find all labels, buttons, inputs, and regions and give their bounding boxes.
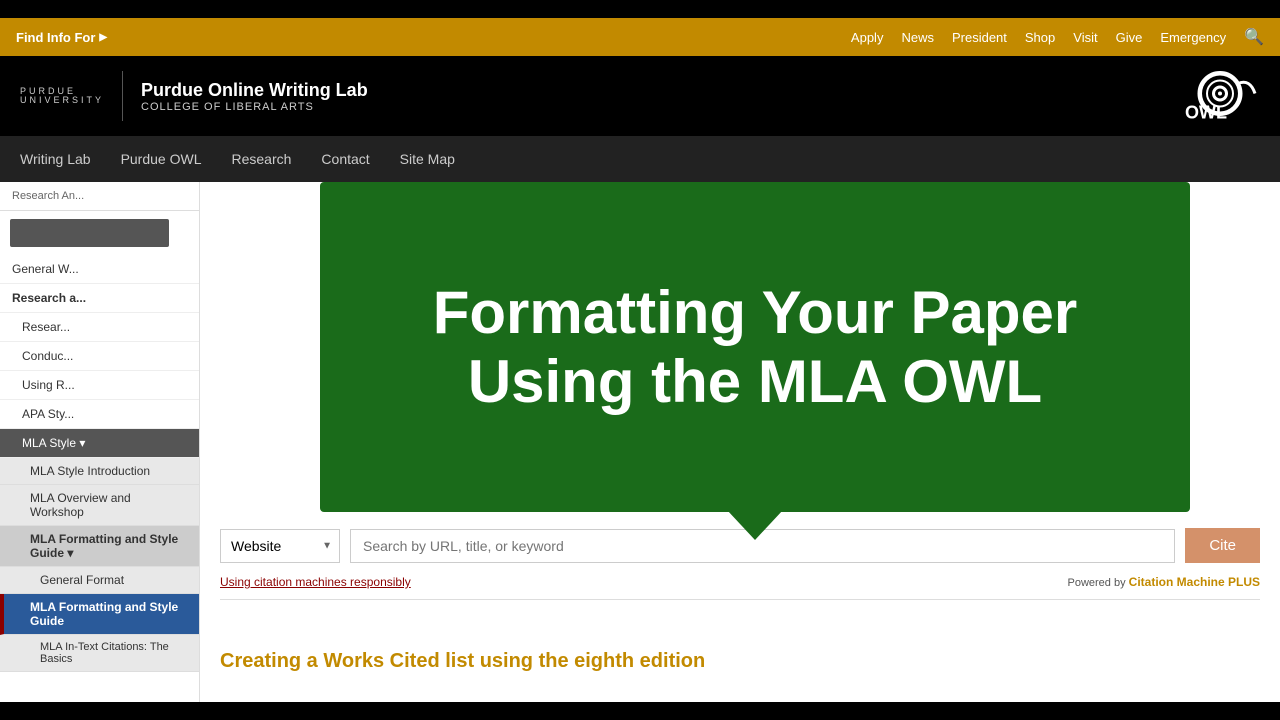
shop-link[interactable]: Shop: [1025, 30, 1055, 45]
sidebar-item-research[interactable]: Research a...: [0, 284, 199, 313]
purdue-logo: PURDUE UNIVERSITY: [20, 87, 104, 105]
sidebar-mla-intext[interactable]: MLA In-Text Citations: The Basics: [0, 635, 199, 672]
sidebar-mla-intro[interactable]: MLA Style Introduction: [0, 458, 199, 485]
breadcrumb: Research An...: [0, 182, 199, 211]
sidebar-general-format[interactable]: General Format: [0, 567, 199, 594]
overlay-title: Formatting Your Paper Using the MLA OWL: [393, 258, 1118, 436]
top-nav-links: Apply News President Shop Visit Give Eme…: [851, 27, 1264, 47]
nav-contact[interactable]: Contact: [321, 151, 369, 167]
sidebar-item-using-r[interactable]: Using R...: [0, 371, 199, 400]
sidebar-mla-overview[interactable]: MLA Overview and Workshop: [0, 485, 199, 526]
university-subtext: UNIVERSITY: [20, 96, 104, 105]
main-content: Formatting Your Paper Using the MLA OWL …: [200, 182, 1280, 702]
owl-subtitle: COLLEGE OF LIBERAL ARTS: [141, 101, 368, 113]
sidebar-item-resear[interactable]: Resear...: [0, 313, 199, 342]
find-info-arrow: ▶: [99, 32, 107, 43]
top-black-bar: [0, 0, 1280, 18]
sidebar-item-apa[interactable]: APA Sty...: [0, 400, 199, 429]
cite-button[interactable]: Cite: [1185, 528, 1260, 563]
emergency-link[interactable]: Emergency: [1160, 30, 1226, 45]
owl-title: Purdue Online Writing Lab: [141, 80, 368, 101]
sidebar-search-box[interactable]: [10, 219, 169, 247]
sidebar-item-general-writing[interactable]: General W...: [0, 255, 199, 284]
visit-link[interactable]: Visit: [1073, 30, 1097, 45]
site-header: PURDUE UNIVERSITY Purdue Online Writing …: [0, 56, 1280, 136]
bottom-black-bar: [0, 702, 1280, 720]
sidebar-mla-dropdown: MLA Style Introduction MLA Overview and …: [0, 458, 199, 672]
cite-type-selector[interactable]: Website Book Journal: [220, 529, 340, 563]
works-cited-heading: Creating a Works Cited list using the ei…: [220, 650, 1260, 673]
branding: PURDUE UNIVERSITY Purdue Online Writing …: [20, 71, 368, 121]
sidebar-mla-formatting-dropdown[interactable]: MLA Formatting and Style Guide ▾: [0, 526, 199, 567]
search-icon[interactable]: 🔍: [1244, 27, 1264, 47]
give-link[interactable]: Give: [1116, 30, 1143, 45]
content-divider: [220, 599, 1260, 600]
citation-service: Citation Machine PLUS: [1129, 575, 1260, 589]
find-info-label: Find Info For: [16, 30, 95, 45]
nav-purdue-owl[interactable]: Purdue OWL: [121, 151, 202, 167]
sidebar-item-mla-style[interactable]: MLA Style ▾: [0, 429, 199, 458]
apply-link[interactable]: Apply: [851, 30, 884, 45]
cite-type-select[interactable]: Website Book Journal: [220, 529, 340, 563]
citation-note[interactable]: Using citation machines responsibly: [220, 575, 411, 589]
owl-branding: Purdue Online Writing Lab COLLEGE OF LIB…: [141, 80, 368, 113]
citation-footer: Using citation machines responsibly Powe…: [220, 575, 1260, 589]
top-navigation: Find Info For ▶ Apply News President Sho…: [0, 18, 1280, 56]
svg-text:OWL: OWL: [1185, 103, 1227, 123]
nav-research[interactable]: Research: [232, 151, 292, 167]
sidebar-mla-formatting-guide-active[interactable]: MLA Formatting and Style Guide: [0, 594, 199, 635]
president-link[interactable]: President: [952, 30, 1007, 45]
green-overlay-popup: Formatting Your Paper Using the MLA OWL: [320, 182, 1190, 512]
news-link[interactable]: News: [901, 30, 934, 45]
content-area: Research An... General W... Research a..…: [0, 182, 1280, 702]
header-divider: [122, 71, 123, 121]
nav-site-map[interactable]: Site Map: [400, 151, 455, 167]
find-info-section[interactable]: Find Info For ▶: [16, 30, 107, 45]
nav-writing-lab[interactable]: Writing Lab: [20, 151, 91, 167]
main-navigation: Writing Lab Purdue OWL Research Contact …: [0, 136, 1280, 182]
owl-logo: OWL: [1180, 64, 1260, 129]
powered-by: Powered by Citation Machine PLUS: [1068, 575, 1261, 589]
sidebar: Research An... General W... Research a..…: [0, 182, 200, 702]
sidebar-item-conduc[interactable]: Conduc...: [0, 342, 199, 371]
